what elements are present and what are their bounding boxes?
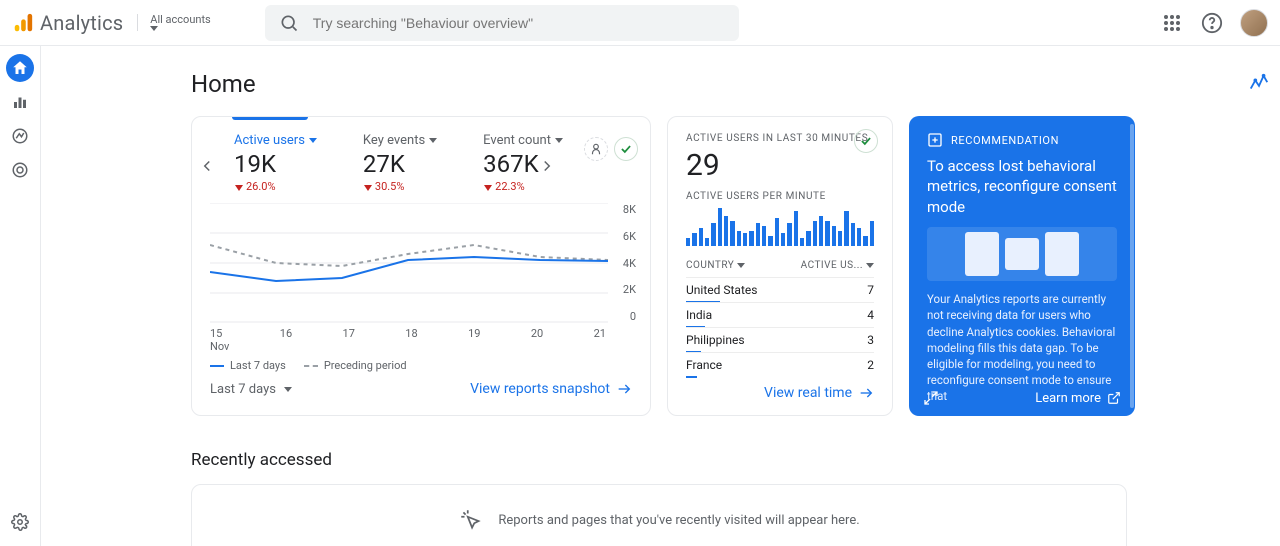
search-bar[interactable] — [265, 5, 739, 41]
account-picker-label: All accounts — [150, 14, 210, 26]
recommendation-tag: RECOMMENDATION — [927, 132, 1117, 148]
page-title: Home — [191, 70, 256, 98]
metric-change: 26.0% — [234, 180, 317, 193]
metrics-prev[interactable] — [198, 157, 216, 175]
recently-accessed-empty-text: Reports and pages that you've recently v… — [498, 513, 859, 528]
realtime-card: ACTIVE USERS IN LAST 30 MINUTES 29 ACTIV… — [667, 116, 893, 416]
left-nav-rail — [0, 46, 41, 546]
anomaly-detection-icon[interactable] — [584, 137, 608, 161]
metric-label: Event count — [483, 133, 563, 148]
y-axis-ticks: 8K 6K 4K 2K 0 — [610, 203, 636, 323]
per-minute-sparkbars — [686, 208, 874, 246]
metrics-card: Active users 19K 26.0% Key events 27K 30… — [191, 116, 651, 416]
help-icon[interactable] — [1200, 11, 1224, 35]
insights-icon[interactable] — [1248, 73, 1270, 95]
data-quality-icon[interactable] — [614, 137, 638, 161]
metric-active-users[interactable]: Active users 19K 26.0% — [234, 133, 317, 193]
cursor-click-icon — [458, 507, 484, 533]
country-table-header: COUNTRY ACTIVE US... — [686, 260, 874, 271]
nav-home[interactable] — [6, 54, 34, 82]
realtime-label: ACTIVE USERS IN LAST 30 MINUTES — [686, 133, 874, 144]
metric-key-events[interactable]: Key events 27K 30.5% — [363, 133, 437, 193]
nav-reports[interactable] — [6, 88, 34, 116]
table-row: France2 — [686, 352, 874, 377]
header-actions — [1160, 9, 1268, 37]
recently-accessed-title: Recently accessed — [191, 450, 1280, 470]
down-arrow-icon — [363, 182, 373, 192]
chart-legend: Last 7 days Preceding period — [210, 359, 632, 372]
nav-admin[interactable] — [6, 508, 34, 536]
x-axis-ticks: 15Nov 16 17 18 19 20 21 — [210, 327, 632, 353]
th-country[interactable]: COUNTRY — [686, 260, 745, 271]
expand-icon[interactable] — [923, 390, 939, 406]
recommendation-body: Your Analytics reports are currently not… — [927, 291, 1117, 404]
metric-label: Key events — [363, 133, 437, 148]
table-row: Philippines3 — [686, 327, 874, 352]
main-area: Home Active users 19K 26.0% — [41, 46, 1280, 546]
scrollbar[interactable] — [1130, 124, 1134, 408]
product-name: Analytics — [40, 11, 123, 35]
table-row: United States7 — [686, 277, 874, 302]
recommendation-icon — [927, 132, 943, 148]
metric-change: 22.3% — [483, 180, 563, 193]
recommendation-illustration — [927, 227, 1117, 282]
line-chart: 8K 6K 4K 2K 0 — [210, 203, 632, 323]
chevron-down-icon — [429, 138, 437, 143]
recommendation-title: To access lost behavioral metrics, recon… — [927, 156, 1117, 217]
th-active-users[interactable]: ACTIVE US... — [801, 260, 874, 271]
chevron-down-icon — [866, 263, 874, 268]
per-minute-label: ACTIVE USERS PER MINUTE — [686, 191, 874, 202]
metric-value: 27K — [363, 150, 437, 178]
chevron-down-icon — [737, 263, 745, 268]
app-header: Analytics All accounts — [0, 0, 1280, 46]
view-realtime-link[interactable]: View real time — [764, 385, 874, 401]
down-arrow-icon — [234, 182, 244, 192]
arrow-right-icon — [858, 385, 874, 401]
table-row: India4 — [686, 302, 874, 327]
search-input[interactable] — [313, 15, 725, 31]
external-link-icon — [1107, 391, 1121, 405]
nav-explore[interactable] — [6, 122, 34, 150]
down-arrow-icon — [483, 182, 493, 192]
analytics-logo-icon — [12, 12, 34, 34]
apps-icon[interactable] — [1160, 11, 1184, 35]
recommendation-card: RECOMMENDATION To access lost behavioral… — [909, 116, 1135, 416]
realtime-value: 29 — [686, 148, 874, 183]
metric-label: Active users — [234, 133, 317, 148]
account-picker[interactable]: All accounts — [137, 14, 210, 31]
search-icon — [279, 13, 299, 33]
nav-advertising[interactable] — [6, 156, 34, 184]
chevron-down-icon — [309, 138, 317, 143]
data-quality-icon[interactable] — [854, 129, 878, 153]
chevron-down-icon — [150, 26, 158, 31]
date-range-picker[interactable]: Last 7 days — [210, 382, 292, 397]
verification-badges — [584, 137, 638, 161]
chevron-down-icon — [555, 138, 563, 143]
view-reports-snapshot-link[interactable]: View reports snapshot — [470, 381, 632, 397]
gear-icon — [11, 513, 29, 531]
metrics-next[interactable] — [538, 157, 556, 175]
active-metric-indicator — [232, 117, 308, 120]
avatar[interactable] — [1240, 9, 1268, 37]
product-logo[interactable]: Analytics — [12, 11, 123, 35]
learn-more-link[interactable]: Learn more — [1035, 391, 1121, 406]
metric-change: 30.5% — [363, 180, 437, 193]
metric-value: 19K — [234, 150, 317, 178]
recently-accessed-card: Reports and pages that you've recently v… — [191, 484, 1127, 546]
chevron-down-icon — [284, 387, 292, 392]
arrow-right-icon — [616, 381, 632, 397]
